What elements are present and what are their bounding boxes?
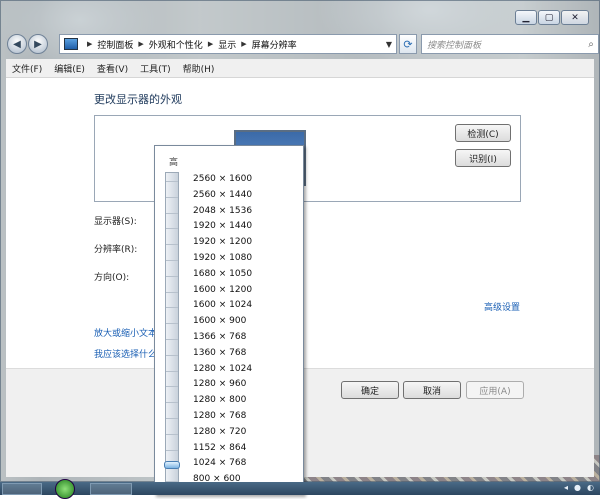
resolution-option[interactable]: 2048 × 1536 [193,206,252,216]
slider-tick [166,418,178,419]
resolution-option[interactable]: 1280 × 960 [193,379,246,389]
resolution-option[interactable]: 1360 × 768 [193,348,246,358]
refresh-icon[interactable]: ⟳ [399,34,417,54]
menu-help[interactable]: 帮助(H) [177,62,221,75]
resolution-option[interactable]: 1920 × 1440 [193,221,252,231]
breadcrumb-arrow-icon: ▶ [207,40,214,48]
slider-tick [166,386,178,388]
search-placeholder: 搜索控制面板 [427,40,482,51]
slider-tick [166,370,178,372]
resolution-option[interactable]: 1280 × 720 [193,427,246,437]
taskbar-item[interactable] [90,483,132,495]
minimize-button[interactable]: ▁ [515,10,537,25]
menu-view[interactable]: 查看(V) [91,62,134,75]
resolution-slider-track[interactable] [164,172,180,490]
text-size-link[interactable]: 放大或缩小文本 [94,326,157,339]
slider-thumb[interactable] [164,461,180,470]
menu-file[interactable]: 文件(F) [6,62,48,75]
breadcrumb-item[interactable]: 控制面板 [97,38,133,51]
resolution-option[interactable]: 1280 × 1024 [193,364,252,374]
resolution-option[interactable]: 1152 × 864 [193,443,246,453]
slider-tick [166,323,178,325]
slider-tick [166,196,178,198]
taskbar-item[interactable] [2,483,42,495]
resolution-option[interactable]: 1280 × 800 [193,395,246,405]
caption-buttons: ▁ ▢ ✕ [514,10,589,25]
address-bar[interactable]: ▶ 控制面板 ▶ 外观和个性化 ▶ 显示 ▶ 屏幕分辨率 ▼ [59,34,397,54]
breadcrumb-item[interactable]: 显示 [218,38,236,51]
page-title: 更改显示器的外观 [94,93,182,106]
breadcrumb-item[interactable]: 外观和个性化 [149,38,203,51]
search-input[interactable]: 搜索控制面板 ⌕ [421,34,599,54]
resolution-option[interactable]: 1600 × 1024 [193,300,252,310]
resolution-option[interactable]: 1680 × 1050 [193,269,252,279]
identify-button[interactable]: 识别(I) [455,149,511,167]
breadcrumb-item[interactable]: 屏幕分辨率 [252,38,297,51]
detect-button[interactable]: 检测(C) [455,124,511,142]
slider-tick [166,275,178,277]
search-icon[interactable]: ⌕ [584,39,598,50]
resolution-option[interactable]: 1920 × 1200 [193,237,252,247]
resolution-option[interactable]: 1600 × 900 [193,316,246,326]
resolution-option[interactable]: 2560 × 1600 [193,174,252,184]
advanced-settings-link[interactable]: 高级设置 [484,300,520,313]
cancel-button[interactable]: 取消 [403,381,461,399]
resolution-label: 分辨率(R): [94,245,138,255]
forward-icon[interactable]: ▶ [28,34,48,54]
start-orb-icon[interactable] [55,479,75,499]
which-settings-link[interactable]: 我应该选择什么 [94,347,157,360]
taskbar: ◂ ● ◐ [0,479,600,499]
tray-icon[interactable]: ● [574,483,581,492]
back-icon[interactable]: ◀ [7,34,27,54]
resolution-option[interactable]: 2560 × 1440 [193,190,252,200]
slider-tick [166,291,178,293]
maximize-button[interactable]: ▢ [538,10,560,25]
breadcrumb-arrow-icon: ▶ [87,40,93,48]
slider-tick [166,433,178,435]
slider-tick [166,307,178,309]
slider-tick [166,354,178,356]
menu-tools[interactable]: 工具(T) [134,62,177,75]
slider-tick [166,228,178,230]
slider-tick [166,260,178,261]
system-tray: ◂ ● ◐ [564,483,594,492]
folder-icon [64,38,78,50]
resolution-option[interactable]: 1024 × 768 [193,458,246,468]
slider-tick [166,244,178,246]
close-button[interactable]: ✕ [561,10,589,25]
display-label: 显示器(S): [94,217,137,227]
resolution-option[interactable]: 1366 × 768 [193,332,246,342]
resolution-dropdown[interactable]: 高 2560 × 1600 2560 × 1440 2048 × 1536 1920 … [154,145,304,495]
breadcrumb-arrow-icon: ▶ [241,40,247,48]
tray-icon[interactable]: ◂ [564,483,568,492]
orientation-label: 方向(O): [94,273,130,283]
menu-bar: 文件(F) 编辑(E) 查看(V) 工具(T) 帮助(H) [6,59,594,78]
tray-icon[interactable]: ◐ [587,483,594,492]
slider-tick [166,181,178,182]
ok-button[interactable]: 确定 [341,381,399,399]
menu-edit[interactable]: 编辑(E) [48,62,91,75]
slider-tick [166,339,178,340]
breadcrumb-arrow-icon: ▶ [138,40,144,48]
navigation-row: ◀ ▶ ▶ 控制面板 ▶ 外观和个性化 ▶ 显示 ▶ 屏幕分辨率 ▼ ⟳ 搜索控… [7,31,599,57]
slider-tick [166,402,178,404]
apply-button[interactable]: 应用(A) [466,381,524,399]
slider-tick [166,449,178,451]
resolution-option[interactable]: 1600 × 1200 [193,285,252,295]
slider-tick [166,212,178,214]
resolution-option[interactable]: 1920 × 1080 [193,253,252,263]
slider-high-label: 高 [169,158,179,168]
chevron-down-icon[interactable]: ▼ [386,40,392,49]
resolution-option[interactable]: 1280 × 768 [193,411,246,421]
